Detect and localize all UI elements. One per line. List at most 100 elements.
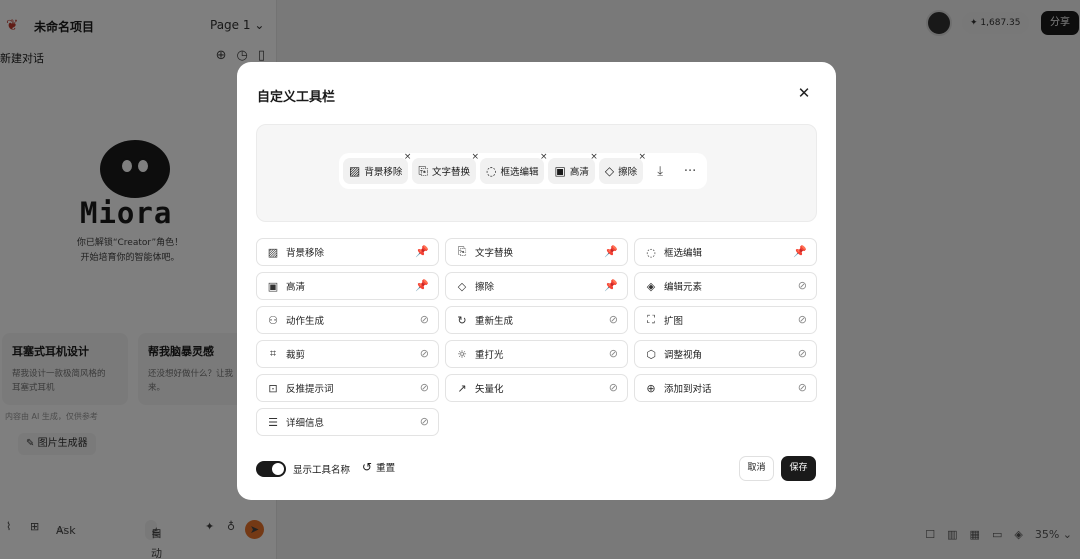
tool-item[interactable]: ◌ 框选编辑 📌 [634,238,817,266]
tool-item[interactable]: ⌗ 裁剪 ⊘ [256,340,439,368]
cancel-button[interactable]: 取消 [739,456,774,481]
tool-label: 文字替换 [475,248,514,259]
tool-item[interactable]: ▣ 高清 📌 [256,272,439,300]
unpin-icon[interactable]: ⊘ [420,381,429,394]
tool-label: 裁剪 [286,350,306,361]
tool-item[interactable]: ⎘ 文字替换 📌 [445,238,628,266]
tool-item[interactable]: ↗ 矢量化 ⊘ [445,374,628,402]
preview-chip-label: 擦除 [618,167,638,178]
refresh-icon: ↻ [457,313,467,327]
download-icon[interactable]: ⤓ [647,164,673,179]
tool-label: 编辑元素 [664,282,703,293]
hd-icon: ▣ [267,279,279,293]
plus-circle-icon: ⊕ [646,381,656,395]
unpin-icon[interactable]: ⊘ [420,415,429,428]
tool-label: 背景移除 [286,248,325,259]
tool-item[interactable]: ⚇ 动作生成 ⊘ [256,306,439,334]
more-icon[interactable]: ··· [677,164,703,179]
eraser-icon: ◇ [604,164,615,178]
preview-toolbar: ▨ 背景移除 × ⎘ 文字替换 × ◌ 框选编辑 × ▣ 高清 × ◇ 擦除 × ⤓ ··· [339,152,708,189]
tool-item[interactable]: ⊡ 反推提示词 ⊘ [256,374,439,402]
reset-label: 重置 [376,463,396,474]
lasso-icon: ◌ [485,164,497,178]
text-swap-icon: ⎘ [418,163,428,178]
eraser-icon: ◇ [457,279,467,293]
tool-item[interactable]: ◈ 编辑元素 ⊘ [634,272,817,300]
toolbar-preview: ▨ 背景移除 × ⎘ 文字替换 × ◌ 框选编辑 × ▣ 高清 × ◇ 擦除 × ⤓ ··· [256,124,817,222]
unpin-icon[interactable]: ⊘ [420,313,429,326]
unpin-icon[interactable]: ⊘ [609,313,618,326]
show-names-label: 显示工具名称 [293,465,351,476]
remove-icon[interactable]: × [590,152,598,162]
preview-chip[interactable]: ▨ 背景移除 × [343,152,411,184]
close-icon[interactable]: ✕ [795,84,813,102]
scan-icon: ⊡ [268,381,278,395]
crop-icon: ⌗ [269,347,277,360]
cube-icon: ⬡ [646,347,656,361]
tool-list: ▨ 背景移除 📌 ⎘ 文字替换 📌 ◌ 框选编辑 📌 ▣ 高清 📌 ◇ 擦除 📌 ◈ 编辑元素 ⊘ ⚇ 动… [256,238,817,436]
remove-icon[interactable]: × [404,152,412,162]
reset-icon: ↺ [362,460,373,474]
tool-label: 重打光 [475,350,504,361]
preview-chip[interactable]: ◌ 框选编辑 × [479,152,547,184]
pin-icon[interactable]: 📌 [415,245,429,258]
lasso-icon: ◌ [646,245,656,259]
save-button[interactable]: 保存 [781,456,816,481]
preview-chip-label: 背景移除 [364,167,403,178]
pin-icon[interactable]: 📌 [793,245,807,258]
tool-label: 扩图 [664,316,684,327]
expand-icon: ⛶ [647,313,655,326]
preview-chip-label: 框选编辑 [500,167,539,178]
preview-chip[interactable]: ▣ 高清 × [548,152,598,184]
tool-label: 矢量化 [475,384,504,395]
unpin-icon[interactable]: ⊘ [798,279,807,292]
tool-label: 擦除 [475,282,495,293]
hd-icon: ▣ [554,164,566,178]
document-icon: ☰ [268,415,278,429]
tool-label: 调整视角 [664,350,703,361]
pin-icon[interactable]: 📌 [415,279,429,292]
remove-icon[interactable]: × [540,152,548,162]
show-names-toggle[interactable] [256,461,286,477]
tool-label: 详细信息 [286,418,325,429]
tool-item[interactable]: ◇ 擦除 📌 [445,272,628,300]
unpin-icon[interactable]: ⊘ [798,347,807,360]
preview-chip[interactable]: ◇ 擦除 × [598,152,646,184]
pin-icon[interactable]: 📌 [604,279,618,292]
tool-label: 框选编辑 [664,248,703,259]
customize-toolbar-dialog: 自定义工具栏 ✕ ▨ 背景移除 × ⎘ 文字替换 × ◌ 框选编辑 × ▣ 高清 × ◇ 擦除 × … [237,62,836,500]
vector-icon: ↗ [457,381,467,395]
pin-icon[interactable]: 📌 [604,245,618,258]
tool-item[interactable]: ⬡ 调整视角 ⊘ [634,340,817,368]
reset-button[interactable]: ↺ 重置 [362,460,395,474]
unpin-icon[interactable]: ⊘ [609,381,618,394]
unpin-icon[interactable]: ⊘ [420,347,429,360]
tool-item[interactable]: ⊕ 添加到对话 ⊘ [634,374,817,402]
tool-label: 动作生成 [286,316,325,327]
tool-label: 反推提示词 [286,384,334,395]
unpin-icon[interactable]: ⊘ [798,381,807,394]
unpin-icon[interactable]: ⊘ [609,347,618,360]
dialog-title: 自定义工具栏 [257,90,336,105]
image-icon: ▨ [349,164,361,178]
layers-icon: ◈ [646,279,656,293]
tool-item[interactable]: ▨ 背景移除 📌 [256,238,439,266]
remove-icon[interactable]: × [471,152,479,162]
tool-label: 添加到对话 [664,384,712,395]
motion-icon: ⚇ [268,313,278,327]
relight-icon: ☼ [457,347,467,361]
preview-chip-label: 文字替换 [431,167,470,178]
tool-item[interactable]: ☰ 详细信息 ⊘ [256,408,439,436]
dialog-footer: 显示工具名称 ↺ 重置 取消 保存 [256,456,817,482]
tool-label: 高清 [286,282,306,293]
tool-label: 重新生成 [475,316,514,327]
preview-chip[interactable]: ⎘ 文字替换 × [412,152,479,184]
remove-icon[interactable]: × [639,152,647,162]
toggle-knob [272,463,284,475]
unpin-icon[interactable]: ⊘ [798,313,807,326]
text-swap-icon: ⎘ [457,245,467,258]
tool-item[interactable]: ⛶ 扩图 ⊘ [634,306,817,334]
tool-item[interactable]: ↻ 重新生成 ⊘ [445,306,628,334]
tool-item[interactable]: ☼ 重打光 ⊘ [445,340,628,368]
image-icon: ▨ [267,245,279,259]
